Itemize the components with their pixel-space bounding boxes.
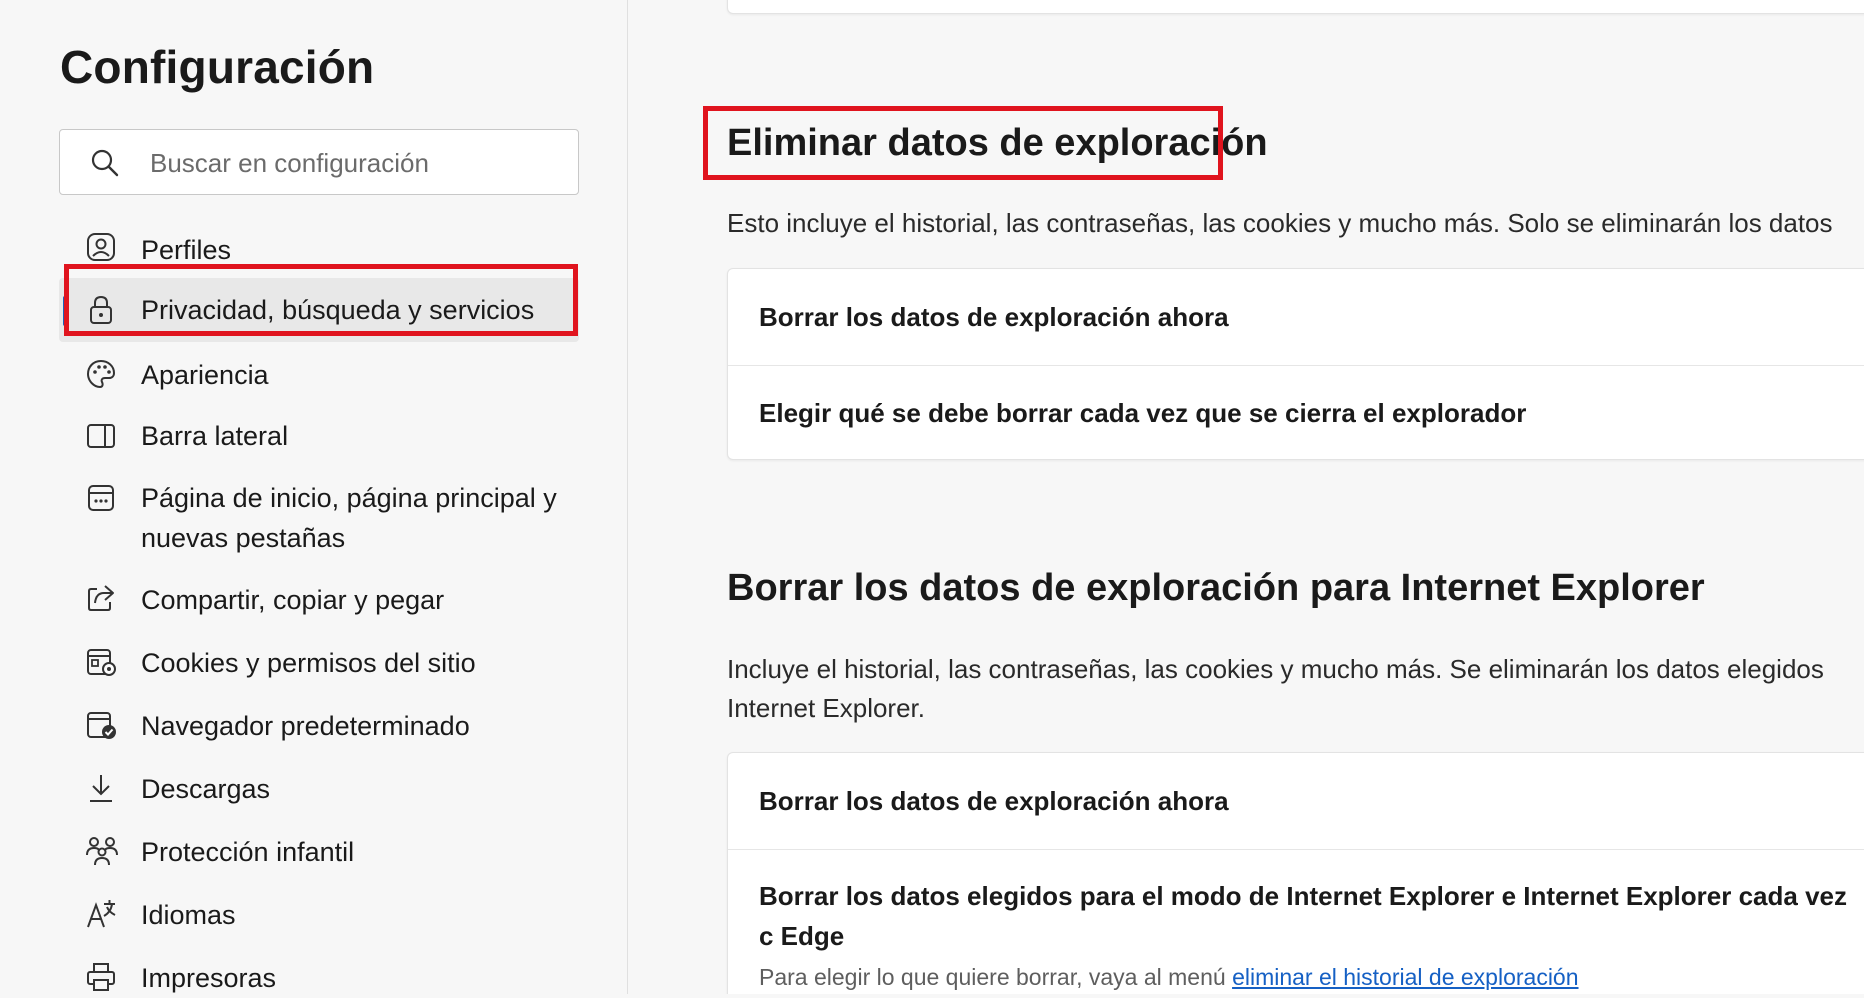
sidebar-item-printers[interactable]: Impresoras bbox=[59, 958, 579, 994]
sidebar-item-label: Navegador predeterminado bbox=[141, 711, 470, 741]
row-label: Borrar los datos de exploración ahora bbox=[759, 786, 1229, 816]
sidebar-item-label: Impresoras bbox=[141, 963, 277, 993]
new-tab-icon bbox=[85, 482, 117, 514]
sidebar-item-label: Página de inicio, página principal y nue… bbox=[141, 483, 557, 553]
cookies-settings-icon bbox=[85, 646, 117, 678]
sidebar-item-label: Compartir, copiar y pegar bbox=[141, 585, 445, 615]
section-description-ie: Incluye el historial, las contraseñas, l… bbox=[727, 654, 1824, 723]
share-icon bbox=[85, 582, 117, 614]
lock-icon bbox=[85, 294, 117, 326]
ie-clear-data-card: Borrar los datos de exploración ahora Bo… bbox=[727, 752, 1864, 994]
sidebar-item-label: Perfiles bbox=[141, 235, 232, 265]
ie-clear-on-close-row[interactable]: Borrar los datos elegidos para el modo d… bbox=[728, 849, 1864, 991]
sidebar-panel-icon bbox=[85, 420, 117, 452]
sidebar-item-start-page[interactable]: Página de inicio, página principal y nue… bbox=[59, 478, 579, 558]
sidebar-item-privacy[interactable]: Privacidad, búsqueda y servicios bbox=[59, 278, 579, 342]
download-icon bbox=[85, 772, 117, 804]
sidebar-item-label: Cookies y permisos del sitio bbox=[141, 648, 476, 678]
sidebar-item-label: Apariencia bbox=[141, 360, 269, 390]
sidebar-item-label: Descargas bbox=[141, 774, 271, 804]
sidebar-item-sidebar[interactable]: Barra lateral bbox=[59, 416, 579, 462]
sidebar-item-label: Protección infantil bbox=[141, 837, 355, 867]
sidebar-item-label: Privacidad, búsqueda y servicios bbox=[141, 295, 535, 325]
sidebar-item-label: Barra lateral bbox=[141, 421, 289, 451]
search-input[interactable] bbox=[148, 140, 552, 186]
row-label: Elegir qué se debe borrar cada vez que s… bbox=[759, 398, 1527, 428]
clear-history-link[interactable]: eliminar el historial de exploración bbox=[1232, 964, 1578, 990]
settings-sidebar: Configuración Perfiles bbox=[0, 0, 628, 994]
sidebar-item-profiles[interactable]: Perfiles bbox=[59, 224, 579, 270]
sidebar-item-share[interactable]: Compartir, copiar y pegar bbox=[59, 580, 579, 626]
section-description: Esto incluye el historial, las contraseñ… bbox=[727, 208, 1833, 238]
page-title: Configuración bbox=[60, 41, 375, 93]
sidebar-item-downloads[interactable]: Descargas bbox=[59, 769, 579, 815]
sidebar-item-cookies[interactable]: Cookies y permisos del sitio bbox=[59, 643, 579, 689]
search-icon bbox=[90, 148, 120, 178]
sidebar-item-label: Idiomas bbox=[141, 900, 236, 930]
section-title-clear-data: Eliminar datos de exploración bbox=[727, 122, 1268, 164]
sidebar-item-languages[interactable]: Idiomas bbox=[59, 895, 579, 941]
search-box[interactable] bbox=[59, 129, 579, 195]
palette-icon bbox=[85, 358, 117, 390]
settings-main: Eliminar datos de exploración Esto inclu… bbox=[628, 0, 1864, 994]
clear-data-card: Borrar los datos de exploración ahora El… bbox=[727, 268, 1864, 460]
sidebar-item-default-browser[interactable]: Navegador predeterminado bbox=[59, 706, 579, 752]
default-browser-icon bbox=[85, 709, 117, 741]
section-title-ie-data: Borrar los datos de exploración para Int… bbox=[727, 567, 1705, 609]
clear-on-close-row[interactable]: Elegir qué se debe borrar cada vez que s… bbox=[728, 365, 1864, 459]
row-label: Borrar los datos de exploración ahora bbox=[759, 302, 1229, 332]
row-sub-label: Para elegir lo que quiere borrar, vaya a… bbox=[759, 964, 1226, 990]
profile-icon bbox=[85, 231, 117, 263]
previous-section-card bbox=[727, 0, 1864, 14]
ie-clear-data-now-row[interactable]: Borrar los datos de exploración ahora bbox=[728, 753, 1864, 849]
row-sub-text: Para elegir lo que quiere borrar, vaya a… bbox=[759, 964, 1864, 991]
printer-icon bbox=[85, 961, 117, 993]
sidebar-item-appearance[interactable]: Apariencia bbox=[59, 352, 579, 398]
clear-data-now-row[interactable]: Borrar los datos de exploración ahora bbox=[728, 269, 1864, 365]
active-indicator bbox=[63, 296, 67, 326]
language-icon bbox=[85, 898, 117, 930]
sidebar-item-family-safety[interactable]: Protección infantil bbox=[59, 832, 579, 878]
row-label: Borrar los datos elegidos para el modo d… bbox=[759, 881, 1847, 951]
family-icon bbox=[85, 835, 118, 867]
